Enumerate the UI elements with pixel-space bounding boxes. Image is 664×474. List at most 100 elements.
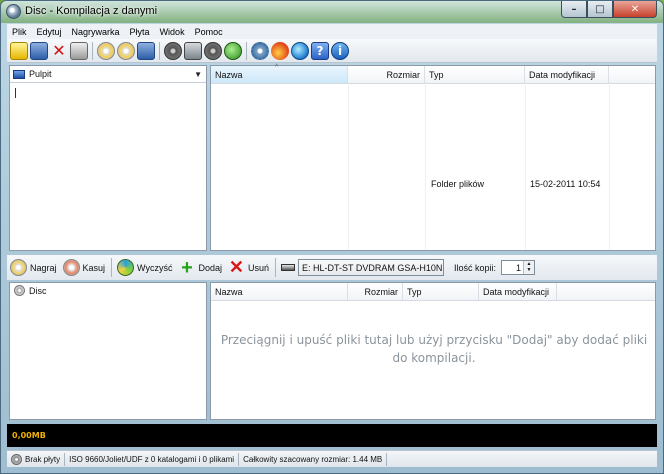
status-disc: Brak płyty [7,452,66,466]
table-row[interactable]: Folder plików 15-02-2011 10:54 [212,177,656,191]
maximize-button[interactable]: □ [587,1,613,18]
toolbar-separator [246,41,247,60]
menu-edytuj[interactable]: Edytuj [32,27,67,37]
title-bar[interactable]: Disc - Kompilacja z danymi – □ ✕ [1,1,663,23]
column-size-label: Rozmiar [364,287,398,297]
drive-value: E: HL-DT-ST DVDRAM GSA-H10N [301,262,443,273]
file-list-panel[interactable]: ^ Nazwa Rozmiar Typ Data modyfikacji Fol… [210,64,656,251]
column-type-label: Typ [429,70,444,80]
compilation-list-header: Nazwa Rozmiar Typ Data modyfikacji [211,283,655,301]
spin-down-icon[interactable]: ▼ [524,267,534,273]
new-icon[interactable] [10,41,28,60]
tree-caret [15,88,16,98]
menu-widok[interactable]: Widok [155,27,190,37]
erase-label: Kasuj [82,262,106,273]
capacity-used-label: 0,00MB [12,431,46,440]
menu-pomoc[interactable]: Pomoc [190,27,228,37]
menu-plik[interactable]: Plik [7,27,32,37]
clear-label: Wyczyść [137,262,173,273]
open-image-icon[interactable] [164,41,182,60]
add-button[interactable]: + Dodaj [178,256,222,279]
toolbar-separator [92,41,93,60]
remove-label: Usuń [247,262,269,273]
column-type[interactable]: Typ [403,283,479,300]
column-divider [609,85,610,250]
copies-stepper[interactable]: 1 ▲ ▼ [501,260,536,275]
disc-icon [11,453,22,465]
column-size-label: Rozmiar [386,70,420,80]
location-dropdown[interactable]: Pulpit ▼ [10,66,206,83]
tree-item-disc[interactable]: Disc [10,283,206,298]
plus-icon: + [181,256,193,279]
remove-button[interactable]: ✕ Usuń [228,257,269,277]
chevron-down-icon[interactable]: ▼ [442,263,443,272]
main-toolbar: ✕ ? i [7,39,657,63]
help-icon[interactable]: ? [311,41,329,60]
chevron-down-icon[interactable]: ▼ [194,70,202,79]
menu-bar: Plik Edytuj Nagrywarka Płyta Widok Pomoc [7,24,657,39]
compilation-list-panel[interactable]: Nazwa Rozmiar Typ Data modyfikacji Przec… [210,282,656,420]
disc-icon [14,285,25,296]
column-type[interactable]: Typ [425,66,525,83]
spin-arrows[interactable]: ▲ ▼ [523,261,535,274]
caption-buttons: – □ ✕ [561,1,657,20]
cell-type: Folder plików [431,179,485,189]
print-icon[interactable] [70,41,88,60]
copy-disc-icon[interactable] [117,41,135,60]
drop-hint: Przeciągnij i upuść pliki tutaj lub użyj… [220,333,648,365]
column-size[interactable]: Rozmiar [348,283,403,300]
column-modified[interactable]: Data modyfikacji [479,283,557,300]
delete-icon[interactable]: ✕ [50,41,68,60]
drive-icon[interactable] [184,41,202,60]
burn-icon [10,259,27,276]
info-icon[interactable]: i [331,41,349,60]
close-button[interactable]: ✕ [613,1,657,18]
column-divider [348,85,349,250]
desktop-icon [13,69,25,79]
location-value: Pulpit [29,69,52,79]
cell-modified: 15-02-2011 10:54 [530,179,601,189]
column-divider [425,85,426,250]
save-icon[interactable] [30,41,48,60]
column-divider [525,85,526,250]
minimize-button[interactable]: – [561,1,587,18]
app-window: Disc - Kompilacja z danymi – □ ✕ Plik Ed… [0,0,664,474]
burn-disc-icon[interactable] [97,41,115,60]
file-list-header: ^ Nazwa Rozmiar Typ Data modyfikacji [211,64,655,84]
status-filesystem: ISO 9660/Joliet/UDF z 0 katalogami i 0 p… [65,452,240,466]
status-bar: Brak płyty ISO 9660/Joliet/UDF z 0 katal… [7,450,657,467]
toolbar-separator [159,41,160,60]
status-filesystem-label: ISO 9660/Joliet/UDF z 0 katalogami i 0 p… [69,454,235,464]
column-name[interactable]: ^ Nazwa [211,64,348,83]
drive-select[interactable]: E: HL-DT-ST DVDRAM GSA-H10N ▼ [297,259,444,276]
capacity-bar: 0,00MB [7,424,657,447]
back-icon[interactable] [204,41,222,60]
burn-flame-icon[interactable] [271,41,289,60]
column-name[interactable]: Nazwa [211,283,348,300]
app-disc-icon[interactable] [6,4,21,19]
compilation-tree-panel[interactable]: Disc [9,282,207,420]
column-name-label: Nazwa [215,70,243,80]
save-image-icon[interactable] [137,41,155,60]
column-modified[interactable]: Data modyfikacji [525,66,609,83]
erase-button[interactable]: Kasuj [62,259,106,276]
folder-tree-panel[interactable]: Pulpit ▼ [9,65,207,251]
globe-icon[interactable] [291,41,309,60]
clear-button[interactable]: Wyczyść [117,259,172,276]
burn-button[interactable]: Nagraj [10,259,57,276]
compilation-toolbar: Nagraj Kasuj Wyczyść + Dodaj ✕ Usuń E: H… [7,255,657,280]
status-size-label: Całkowity szacowany rozmiar: 1.44 MB [243,454,383,464]
menu-plyta[interactable]: Płyta [125,27,155,37]
erase-icon [62,259,80,276]
column-modified-label: Data modyfikacji [483,287,550,297]
column-name-label: Nazwa [215,287,243,297]
menu-nagrywarka[interactable]: Nagrywarka [67,27,125,37]
forward-icon[interactable] [224,41,242,60]
copies-label: Ilość kopii: [453,262,497,273]
optical-drive-icon [280,264,295,271]
settings-icon[interactable] [251,41,269,60]
toolbar-separator [111,258,113,277]
remove-icon: ✕ [228,257,245,277]
column-size[interactable]: Rozmiar [348,66,425,83]
tree-item-label: Disc [29,285,47,296]
